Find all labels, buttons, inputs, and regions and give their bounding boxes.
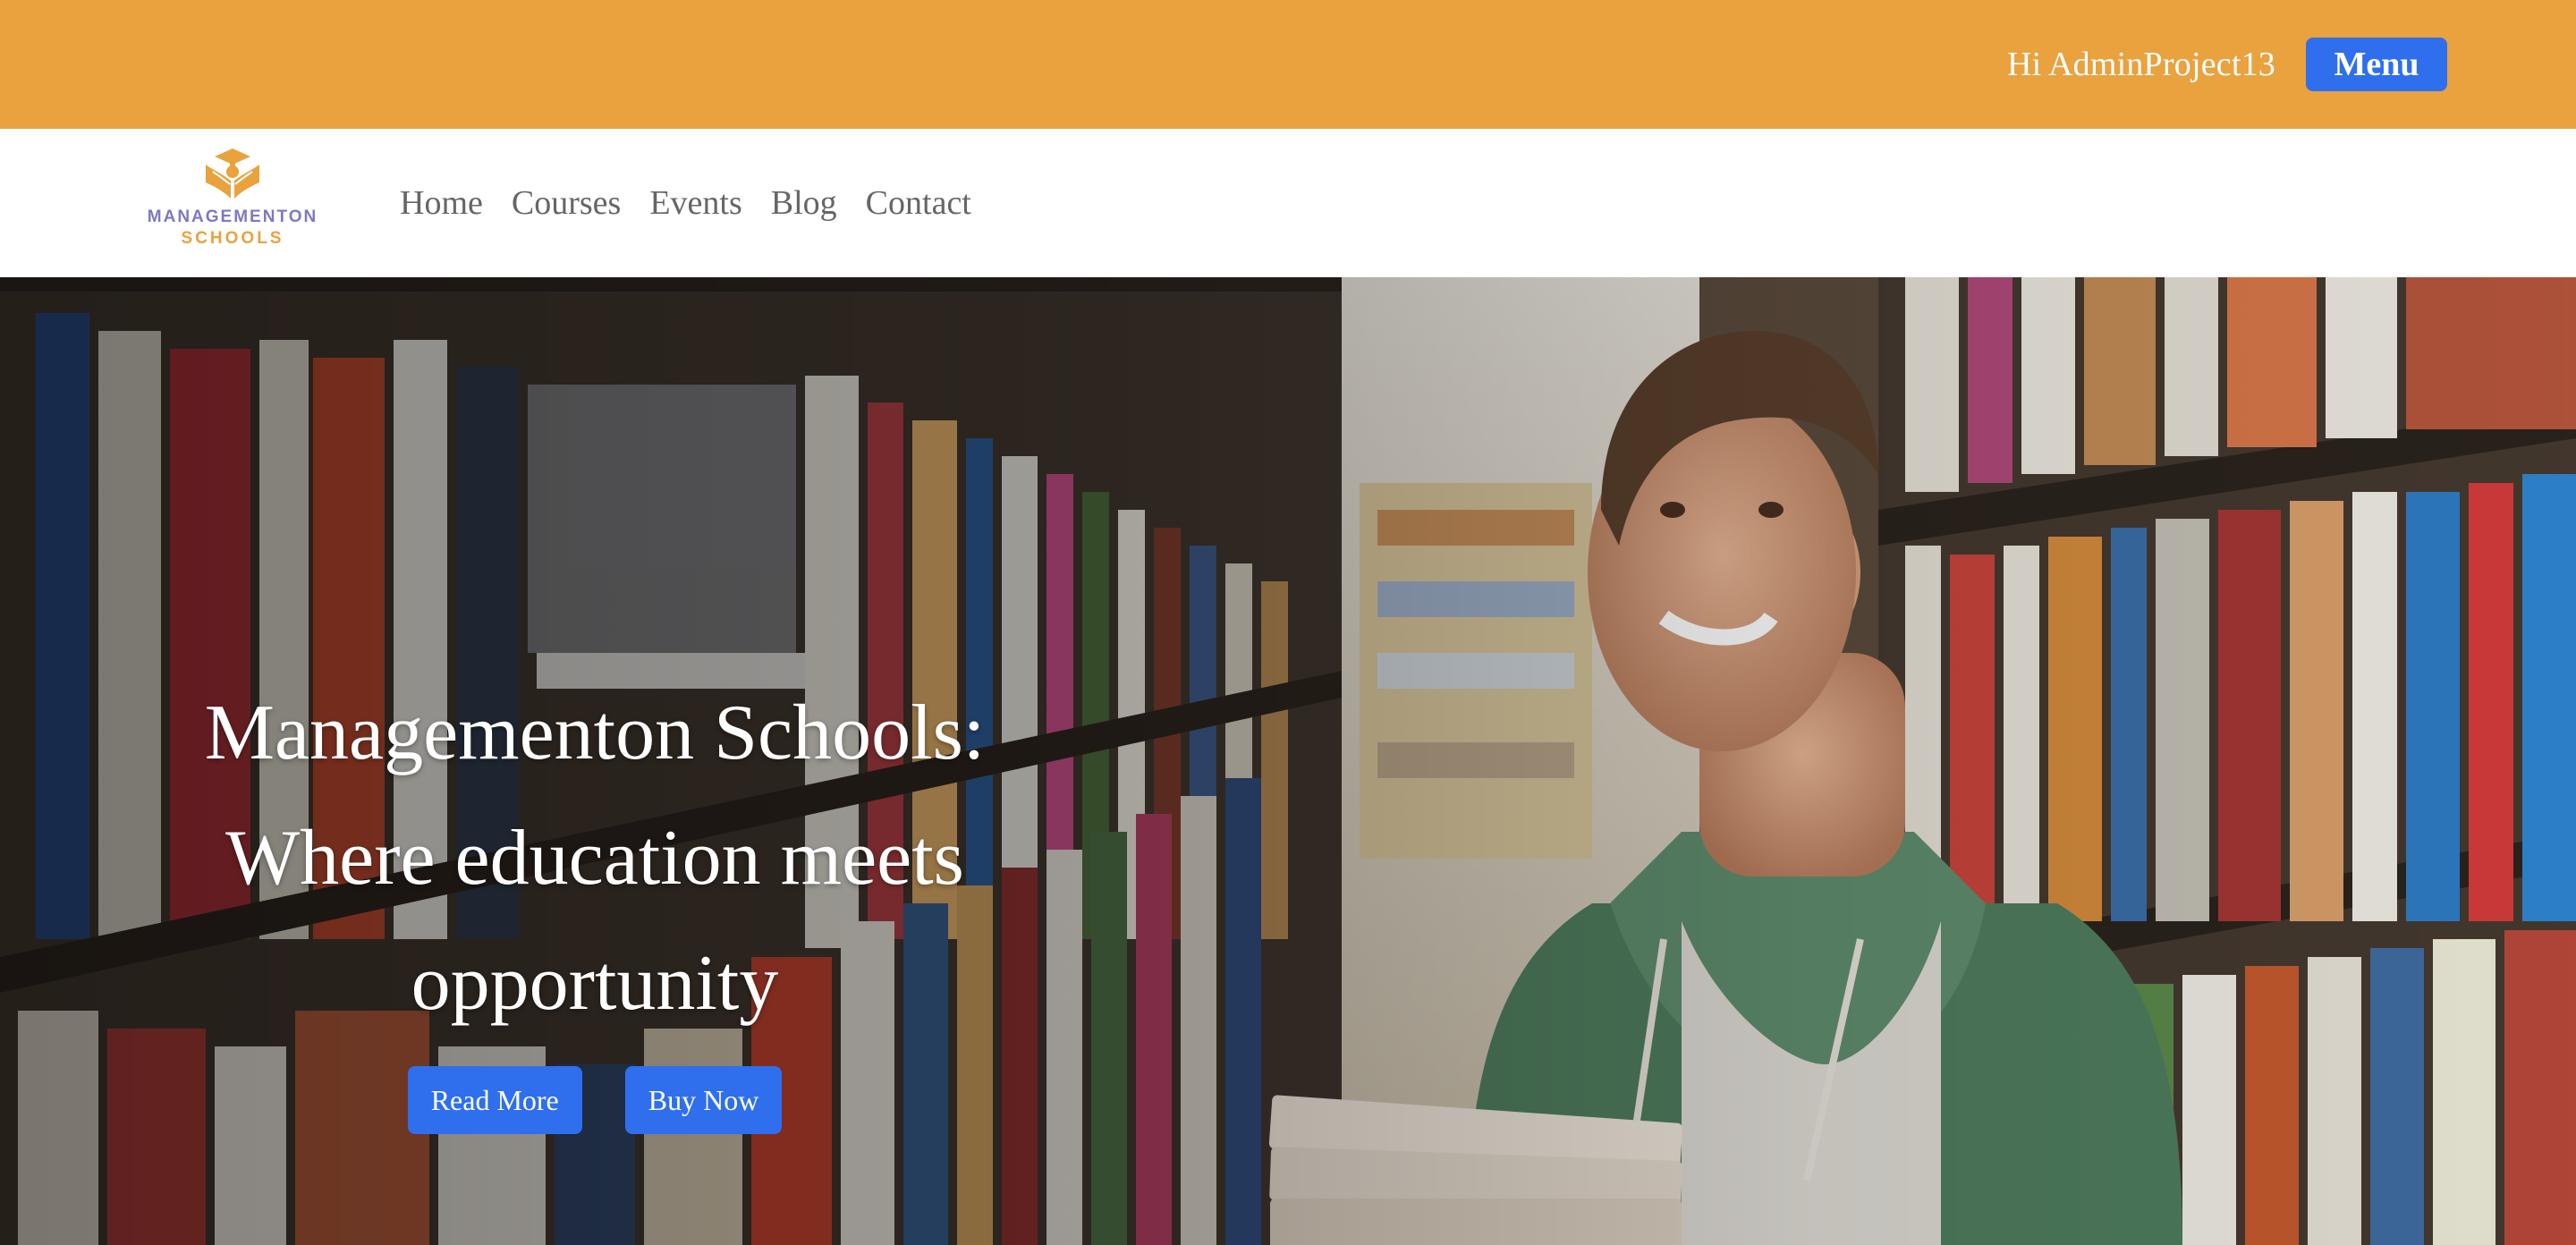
hero-section: Managementon Schools: Where education me… xyxy=(0,277,2576,1245)
nav-link-events[interactable]: Events xyxy=(649,183,741,223)
logo-text-managementon: MANAGEMENTON xyxy=(147,208,318,226)
menu-button[interactable]: Menu xyxy=(2306,38,2447,91)
hero-content: Managementon Schools: Where education me… xyxy=(179,671,1011,1134)
main-navbar: MANAGEMENTON SCHOOLS Home Courses Events… xyxy=(0,129,2576,277)
hero-title-line-2: Where education meets xyxy=(225,815,964,902)
hero-title: Managementon Schools: Where education me… xyxy=(179,671,1011,1046)
nav-link-contact[interactable]: Contact xyxy=(866,183,971,223)
hero-buttons: Read More Buy Now xyxy=(179,1066,1011,1134)
nav-link-blog[interactable]: Blog xyxy=(771,183,837,223)
hero-title-line-3: opportunity xyxy=(411,940,779,1027)
nav-links: Home Courses Events Blog Contact xyxy=(400,129,1000,277)
logo-text-schools: SCHOOLS xyxy=(181,229,284,248)
read-more-button[interactable]: Read More xyxy=(407,1066,582,1134)
nav-link-home[interactable]: Home xyxy=(400,183,483,223)
user-greeting: Hi AdminProject13 xyxy=(2007,46,2275,83)
nav-link-courses[interactable]: Courses xyxy=(512,183,621,223)
hero-title-line-1: Managementon Schools: xyxy=(204,690,986,776)
top-bar: Hi AdminProject13 Menu xyxy=(0,0,2576,129)
graduation-book-logo-icon xyxy=(206,148,259,199)
buy-now-button[interactable]: Buy Now xyxy=(624,1066,783,1134)
site-logo[interactable]: MANAGEMENTON SCHOOLS xyxy=(140,145,326,261)
